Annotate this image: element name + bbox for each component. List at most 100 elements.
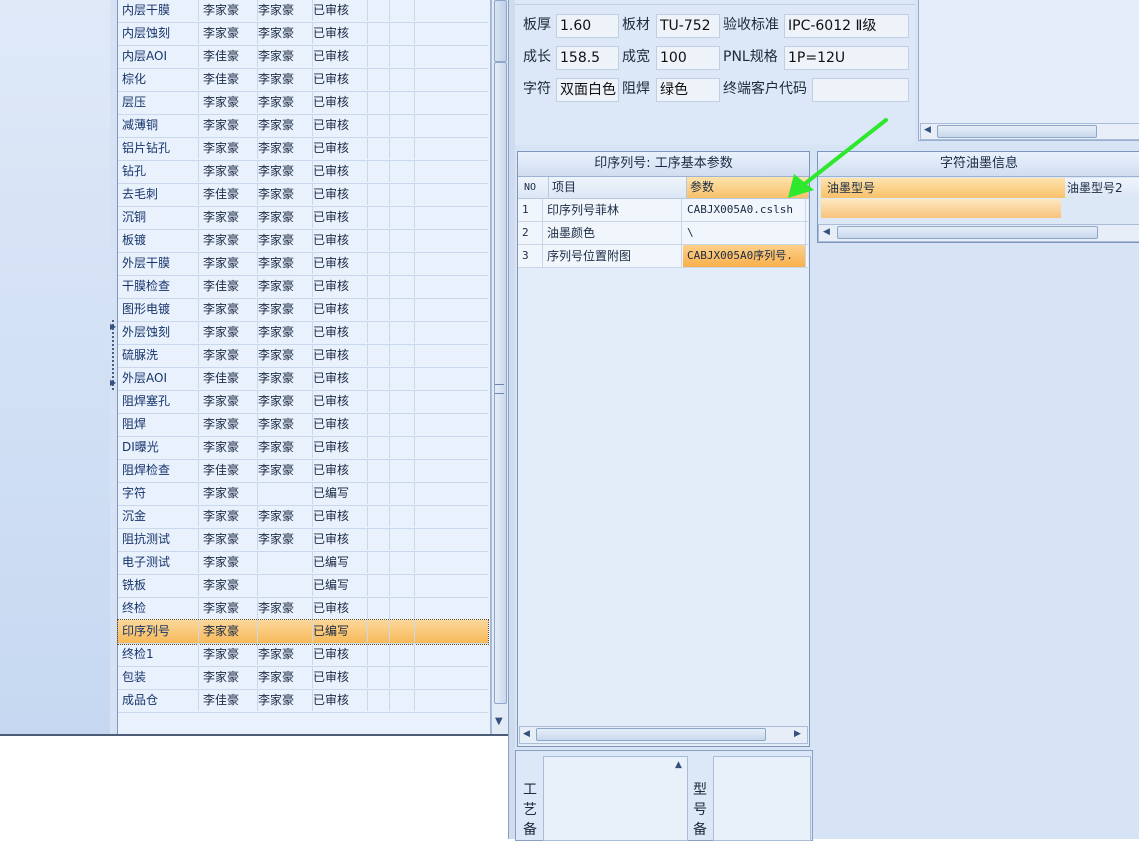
scrollbar-thumb[interactable] xyxy=(494,62,507,704)
table-row[interactable]: 印序列号 李家豪 已编写 xyxy=(117,619,489,645)
status-text: 已审核 xyxy=(310,413,368,435)
width-field[interactable]: 100 xyxy=(656,46,720,70)
col-header-item[interactable]: 项目 xyxy=(549,177,687,199)
table-row[interactable]: 内层蚀刻 李家豪 李家豪 已审核 xyxy=(118,22,488,46)
maker-name: 李佳豪 xyxy=(200,689,258,711)
table-row[interactable]: 硫脲洗 李家豪 李家豪 已审核 xyxy=(118,344,488,368)
legend-field[interactable]: 双面白色 xyxy=(556,78,619,102)
col-header-ink-model-2[interactable]: 油墨型号2 xyxy=(1065,178,1139,198)
ink-hscrollbar[interactable]: ◀ xyxy=(818,224,1139,242)
empty-cell xyxy=(390,551,415,573)
table-row[interactable]: 终检1 李家豪 李家豪 已审核 xyxy=(118,643,488,667)
process-name: DI曝光 xyxy=(122,436,199,458)
empty-cell xyxy=(365,367,390,389)
customer-code-field[interactable] xyxy=(812,78,909,102)
col-header-no[interactable]: NO xyxy=(518,177,549,199)
process-name: 沉铜 xyxy=(122,206,199,228)
empty-cell xyxy=(365,252,390,274)
table-row[interactable]: 干膜检查 李佳豪 李家豪 已审核 xyxy=(118,275,488,299)
table-row[interactable]: 沉铜 李家豪 李家豪 已审核 xyxy=(118,206,488,230)
table-row[interactable]: 铣板 李家豪 已编写 xyxy=(118,574,488,598)
table-row[interactable]: 内层AOI 李佳豪 李家豪 已审核 xyxy=(118,45,488,69)
process-table: 内层干膜 李家豪 李家豪 已审核 内层蚀刻 李家豪 李家豪 已审核 内层AOI 李佳豪 李家豪 已审核… xyxy=(117,0,491,734)
param-row[interactable]: 1 印序列号菲林 CABJX005A0.cslsh xyxy=(518,199,808,222)
scroll-left-arrow-icon[interactable]: ◀ xyxy=(523,729,530,739)
top-right-hscrollbar[interactable]: ◀ xyxy=(920,123,1139,140)
empty-cell xyxy=(365,45,390,67)
scroll-right-arrow-icon[interactable]: ▶ xyxy=(794,729,801,739)
status-text: 已审核 xyxy=(310,183,368,205)
table-row[interactable]: 铝片钻孔 李家豪 李家豪 已审核 xyxy=(118,137,488,161)
scrollbar-thumb[interactable] xyxy=(937,125,1097,138)
process-name: 棕化 xyxy=(122,68,199,90)
table-row[interactable]: 电子测试 李家豪 已编写 xyxy=(118,551,488,575)
model-memo-textarea[interactable] xyxy=(713,756,811,841)
maker-name: 李家豪 xyxy=(200,597,258,619)
mask-field[interactable]: 绿色 xyxy=(656,78,720,102)
reviewer-name: 李家豪 xyxy=(255,22,313,44)
table-row[interactable]: 内层干膜 李家豪 李家豪 已审核 xyxy=(118,0,488,23)
scrollbar-upper-track[interactable] xyxy=(494,0,507,62)
table-row[interactable]: 沉金 李家豪 李家豪 已审核 xyxy=(118,505,488,529)
table-row[interactable]: 字符 李家豪 已编写 xyxy=(118,482,488,506)
param-row[interactable]: 2 油墨颜色 \ xyxy=(518,222,808,245)
material-field[interactable]: TU-752 xyxy=(656,14,720,38)
empty-cell xyxy=(390,574,415,596)
table-row[interactable]: 外层干膜 李家豪 李家豪 已审核 xyxy=(118,252,488,276)
param-value[interactable]: CABJX005A0序列号. xyxy=(683,245,806,267)
empty-cell xyxy=(390,528,415,550)
board-thickness-field[interactable]: 1.60 xyxy=(556,14,619,38)
scroll-left-arrow-icon[interactable]: ◀ xyxy=(924,125,931,135)
process-memo-textarea[interactable]: ▲ xyxy=(543,756,688,841)
status-text: 已审核 xyxy=(310,206,368,228)
param-item: 序列号位置附图 xyxy=(543,245,682,267)
scroll-up-arrow-icon[interactable]: ▲ xyxy=(675,760,682,770)
reviewer-name: 李家豪 xyxy=(255,137,313,159)
scroll-left-arrow-icon[interactable]: ◀ xyxy=(823,227,830,237)
maker-name: 李佳豪 xyxy=(200,183,258,205)
empty-cell xyxy=(365,666,390,688)
table-row[interactable]: 阻焊检查 李佳豪 李家豪 已审核 xyxy=(118,459,488,483)
process-name: 铝片钻孔 xyxy=(122,137,199,159)
status-text: 已编写 xyxy=(310,620,368,642)
table-row[interactable]: 阻焊塞孔 李家豪 李家豪 已审核 xyxy=(118,390,488,414)
param-row[interactable]: 3 序列号位置附图 CABJX005A0序列号. xyxy=(518,245,808,268)
status-text: 已审核 xyxy=(310,367,368,389)
length-field[interactable]: 158.5 xyxy=(556,46,619,70)
maker-name: 李家豪 xyxy=(200,413,258,435)
reviewer-name: 李家豪 xyxy=(255,68,313,90)
status-text: 已审核 xyxy=(310,22,368,44)
maker-name: 李家豪 xyxy=(200,574,258,596)
table-row[interactable]: 终检 李家豪 李家豪 已审核 xyxy=(118,597,488,621)
table-row[interactable]: 包装 李家豪 李家豪 已审核 xyxy=(118,666,488,690)
table-row[interactable]: 去毛刺 李佳豪 李家豪 已审核 xyxy=(118,183,488,207)
collapse-right-icon[interactable]: ▶ xyxy=(110,378,116,387)
process-table-scrollbar[interactable]: ▼ xyxy=(491,0,508,734)
table-row[interactable]: 减薄铜 李家豪 李家豪 已审核 xyxy=(118,114,488,138)
params-hscrollbar[interactable]: ◀ ▶ xyxy=(519,726,808,744)
status-text: 已编写 xyxy=(310,482,368,504)
scrollbar-thumb[interactable] xyxy=(837,226,1098,239)
process-name: 内层AOI xyxy=(122,45,199,67)
table-row[interactable]: DI曝光 李家豪 李家豪 已审核 xyxy=(118,436,488,460)
collapse-left-icon[interactable]: ▶ xyxy=(110,322,116,331)
table-row[interactable]: 阻焊 李家豪 李家豪 已审核 xyxy=(118,413,488,437)
table-row[interactable]: 图形电镀 李家豪 李家豪 已审核 xyxy=(118,298,488,322)
scrollbar-thumb[interactable] xyxy=(536,728,766,741)
table-row[interactable]: 棕化 李佳豪 李家豪 已审核 xyxy=(118,68,488,92)
scroll-down-arrow-icon[interactable]: ▼ xyxy=(495,716,503,727)
empty-cell xyxy=(365,528,390,550)
param-value[interactable]: \ xyxy=(683,222,806,244)
table-row[interactable]: 钻孔 李家豪 李家豪 已审核 xyxy=(118,160,488,184)
table-row[interactable]: 板镀 李家豪 李家豪 已审核 xyxy=(118,229,488,253)
divider xyxy=(0,734,508,736)
table-row[interactable]: 成品仓 李佳豪 李家豪 已审核 xyxy=(118,689,488,713)
reviewer-name: 李家豪 xyxy=(255,0,313,21)
pnl-field[interactable]: 1P=12U xyxy=(784,46,909,70)
table-row[interactable]: 外层蚀刻 李家豪 李家豪 已审核 xyxy=(118,321,488,345)
table-row[interactable]: 外层AOI 李佳豪 李家豪 已审核 xyxy=(118,367,488,391)
process-name: 成品仓 xyxy=(122,689,199,711)
standard-field[interactable]: IPC-6012 Ⅱ级 xyxy=(784,14,909,38)
table-row[interactable]: 阻抗测试 李家豪 李家豪 已审核 xyxy=(118,528,488,552)
table-row[interactable]: 层压 李家豪 李家豪 已审核 xyxy=(118,91,488,115)
